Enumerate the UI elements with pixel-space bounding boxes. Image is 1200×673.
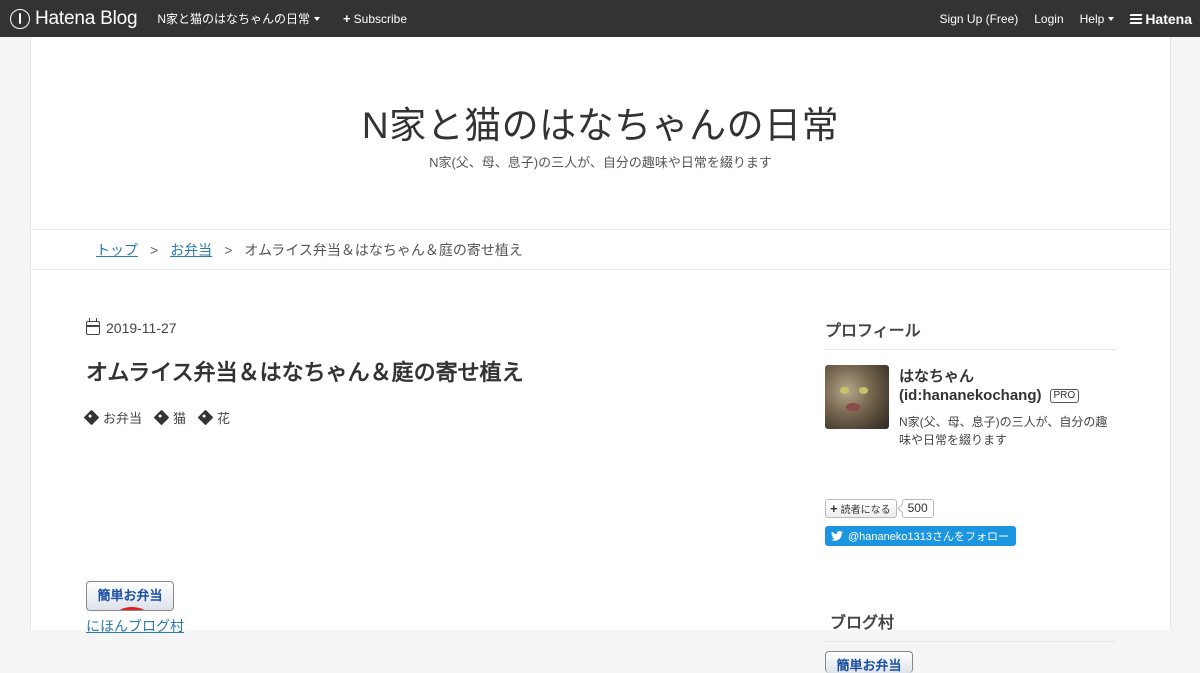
breadcrumb-separator: > [224, 241, 233, 258]
entry-date[interactable]: 2019-11-27 [86, 318, 177, 336]
profile-id[interactable]: (id:hananekochang) PRO [899, 387, 1080, 404]
avatar[interactable] [825, 365, 889, 429]
banner-logo-mark [115, 607, 149, 610]
hatena-blog-logo-icon [10, 8, 30, 29]
tag-item[interactable]: お弁当 [83, 408, 143, 427]
blog-description: N家(父、母、息子)の三人が、自分の趣味や日常を綴ります [429, 155, 772, 170]
blog-title[interactable]: N家と猫のはなちゃんの日常 [31, 95, 1170, 149]
plus-icon: + [343, 11, 351, 26]
sidebar: プロフィール はなちゃん (id:hananekochang) PRO N家(父… [825, 317, 1116, 673]
twitter-follow-label: @hananeko1313さんをフォロー [848, 531, 1009, 543]
tag-label: お弁当 [103, 411, 143, 426]
tag-icon [197, 409, 214, 426]
breadcrumb-separator: > [150, 241, 159, 258]
tag-item[interactable]: 花 [197, 408, 231, 427]
pro-badge: PRO [1049, 388, 1080, 403]
profile-name[interactable]: はなちゃん [899, 365, 974, 386]
entry-title[interactable]: オムライス弁当＆はなちゃん＆庭の寄せ植え [86, 355, 524, 387]
tag-icon [83, 409, 100, 426]
help-menu[interactable]: Help [1080, 12, 1115, 26]
header-right-menu: Sign Up (Free) Login Help Hatena [924, 0, 1200, 37]
subscribe-button[interactable]: + Subscribe [343, 11, 407, 26]
subscribe-row: + 読者になる 500 [825, 499, 934, 518]
sidebar-village-banner[interactable]: 簡単お弁当 [825, 651, 913, 673]
entry-date-text: 2019-11-27 [106, 320, 177, 336]
breadcrumb-top-link[interactable]: トップ [96, 240, 138, 260]
profile-id-text: (id:hananekochang) [899, 387, 1042, 404]
tag-label: 花 [217, 411, 231, 426]
subscribe-reader-button[interactable]: + 読者になる [825, 499, 897, 518]
logo-text: Hatena Blog [35, 7, 138, 29]
caret-down-icon [314, 16, 321, 21]
banner-text: 簡単お弁当 [97, 588, 163, 603]
blog-village-banner[interactable]: 簡単お弁当 [86, 581, 174, 611]
blog-menu[interactable]: N家と猫のはなちゃんの日常 [157, 10, 321, 27]
hatena-logo-text: Hatena [1145, 10, 1192, 27]
calendar-icon [86, 318, 100, 335]
caret-down-icon [1108, 16, 1115, 21]
plus-icon: + [830, 501, 838, 516]
sidebar-banner-text: 簡単お弁当 [836, 658, 902, 673]
tag-label: 猫 [173, 411, 187, 426]
hatena-logo-icon [1129, 13, 1143, 25]
profile-heading: プロフィール [825, 317, 1116, 350]
breadcrumb: トップ > お弁当 > オムライス弁当＆はなちゃん＆庭の寄せ植え [31, 229, 1170, 270]
subscribe-reader-label: 読者になる [840, 505, 891, 516]
breadcrumb-current: オムライス弁当＆はなちゃん＆庭の寄せ植え [244, 241, 523, 258]
breadcrumb-category-link[interactable]: お弁当 [170, 240, 212, 260]
twitter-follow-button[interactable]: @hananeko1313さんをフォロー [825, 526, 1016, 546]
tag-item[interactable]: 猫 [153, 408, 187, 427]
blog-container: N家と猫のはなちゃんの日常 N家(父、母、息子)の三人が、自分の趣味や日常を綴り… [30, 37, 1171, 673]
entry-tags: お弁当 猫 花 [83, 408, 244, 427]
subscriber-count: 500 [901, 499, 934, 518]
hatena-logo[interactable]: Hatena [1129, 10, 1192, 27]
blog-village-link[interactable]: にほんブログ村 [86, 616, 184, 636]
global-header: Hatena Blog N家と猫のはなちゃんの日常 + Subscribe Si… [0, 0, 1200, 37]
hatena-blog-logo[interactable]: Hatena Blog [10, 0, 138, 37]
signup-link[interactable]: Sign Up (Free) [940, 12, 1019, 26]
blog-menu-label: N家と猫のはなちゃんの日常 [157, 12, 311, 26]
profile-description: N家(父、母、息子)の三人が、自分の趣味や日常を綴ります [899, 415, 1108, 447]
twitter-icon [831, 531, 843, 541]
tag-icon [153, 409, 170, 426]
subscribe-label: Subscribe [353, 11, 408, 26]
blog-village-heading: ブログ村 [825, 609, 1116, 642]
help-label: Help [1079, 11, 1105, 26]
login-link[interactable]: Login [1034, 12, 1063, 26]
